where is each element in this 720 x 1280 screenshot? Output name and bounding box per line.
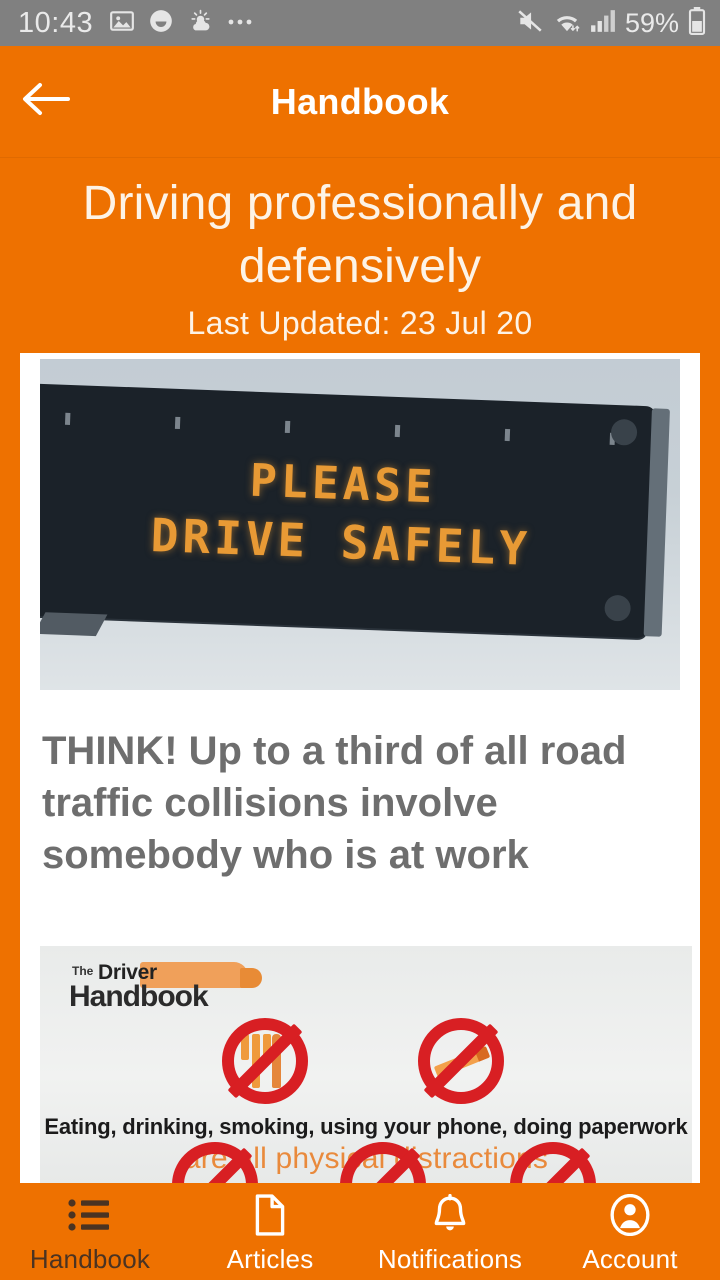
article-header: Driving professionally and defensively L… [0,160,720,342]
hero-image: PLEASE DRIVE SAFELY [40,359,680,690]
status-bar-system-icons: 59% [516,6,706,40]
bottom-navigation-bar: Handbook Articles Notifications Account [0,1183,720,1280]
mute-icon [516,8,544,39]
nav-item-articles[interactable]: Articles [180,1183,360,1280]
status-bar: 10:43 59% [0,0,720,46]
highway-sign-graphic: PLEASE DRIVE SAFELY [40,383,670,639]
weather-icon [187,8,214,39]
prohibition-icon-partial-1 [172,1142,258,1183]
nav-label-handbook: Handbook [29,1244,151,1274]
document-icon [252,1194,288,1236]
article-content-card: PLEASE DRIVE SAFELY THINK! Up to a third… [20,353,700,1183]
prohibition-icon-partial-3 [510,1142,596,1183]
signal-icon [590,9,616,38]
account-circle-icon [609,1194,651,1236]
nav-item-account[interactable]: Account [540,1183,720,1280]
nav-item-handbook[interactable]: Handbook [0,1183,180,1280]
logo-handbook-text: Handbook [69,980,209,1013]
nav-label-account: Account [582,1244,678,1274]
app-bar-title: Handbook [270,80,450,122]
wifi-icon [553,9,581,38]
list-icon [68,1194,112,1236]
sign-bolt-top [610,418,638,446]
sign-bracket [40,612,108,637]
battery-icon [688,6,706,40]
nav-label-articles: Articles [226,1244,314,1274]
nav-label-notifications: Notifications [377,1244,523,1274]
distractions-infographic: The Driver Handbook Eating, drinking, sm… [40,946,692,1183]
no-smoking-icon [418,1018,504,1104]
last-updated-label: Last Updated: 23 Jul 20 [187,304,533,341]
sign-mount-posts [64,412,625,445]
status-bar-clock: 10:43 [18,6,94,39]
logo-the-text: The [72,964,94,978]
smiley-icon [148,8,174,39]
status-bar-notification-icons [109,8,257,39]
prohibition-icon-partial-2 [340,1142,426,1183]
sign-side-rail [643,408,670,637]
driver-handbook-logo: The Driver Handbook [68,960,298,1018]
article-lead-paragraph: THINK! Up to a third of all road traffic… [42,729,627,877]
page-title: Driving professionally and defensively [82,177,638,294]
image-icon [109,8,135,39]
sign-bolt-bottom [604,594,632,622]
infographic-caption-bold: Eating, drinking, smoking, using your ph… [44,1114,688,1139]
no-eating-icon [222,1018,308,1104]
app-bar: Handbook [0,46,720,158]
app-root: 10:43 59% Handbook Driving professionall… [0,0,720,1280]
battery-percent-label: 59% [624,7,679,38]
nav-item-notifications[interactable]: Notifications [360,1183,540,1280]
bell-icon [430,1194,470,1236]
more-icon [227,14,257,32]
